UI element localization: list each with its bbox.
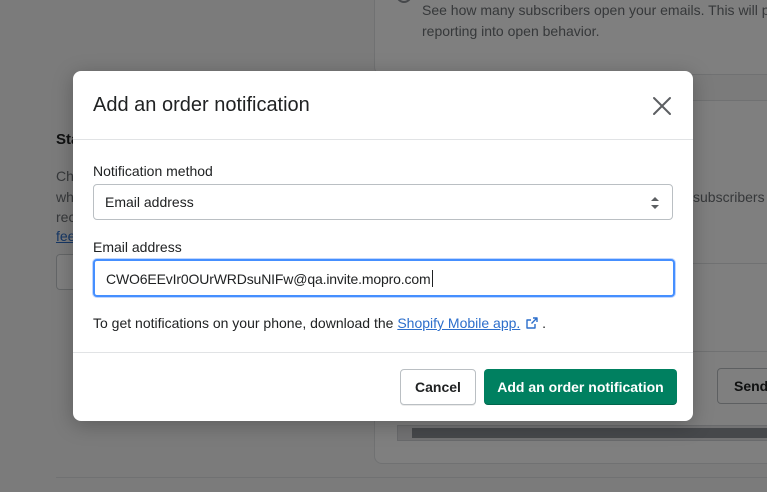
- modal-header: Add an order notification: [73, 71, 693, 140]
- select-arrows-icon: [651, 197, 659, 209]
- email-address-input[interactable]: CWO6EEvIr0OUrWRDsuNIFw@qa.invite.mopro.c…: [93, 259, 675, 297]
- external-link-icon[interactable]: [526, 317, 538, 329]
- notification-method-select[interactable]: Email address: [93, 184, 673, 220]
- modal-title: Add an order notification: [93, 94, 310, 116]
- notification-method-value: Email address: [105, 194, 194, 210]
- cancel-button[interactable]: Cancel: [400, 369, 476, 405]
- notification-method-label: Notification method: [93, 163, 213, 179]
- email-address-label: Email address: [93, 239, 182, 255]
- helper-text-end: .: [538, 315, 547, 331]
- modal-footer: Cancel Add an order notification: [73, 352, 693, 421]
- close-icon: [653, 97, 671, 115]
- email-address-value: CWO6EEvIr0OUrWRDsuNIFw@qa.invite.mopro.c…: [106, 270, 433, 287]
- close-button[interactable]: [649, 93, 675, 119]
- helper-text: To get notifications on your phone, down…: [93, 315, 398, 331]
- email-text: CWO6EEvIr0OUrWRDsuNIFw@qa.invite.mopro.c…: [106, 271, 431, 287]
- shopify-mobile-app-link[interactable]: Shopify Mobile app.: [397, 315, 520, 331]
- mobile-app-helper: To get notifications on your phone, down…: [93, 314, 546, 332]
- order-notification-modal: Add an order notification Notification m…: [73, 71, 693, 421]
- add-order-notification-button[interactable]: Add an order notification: [484, 369, 677, 405]
- text-caret: [431, 270, 433, 287]
